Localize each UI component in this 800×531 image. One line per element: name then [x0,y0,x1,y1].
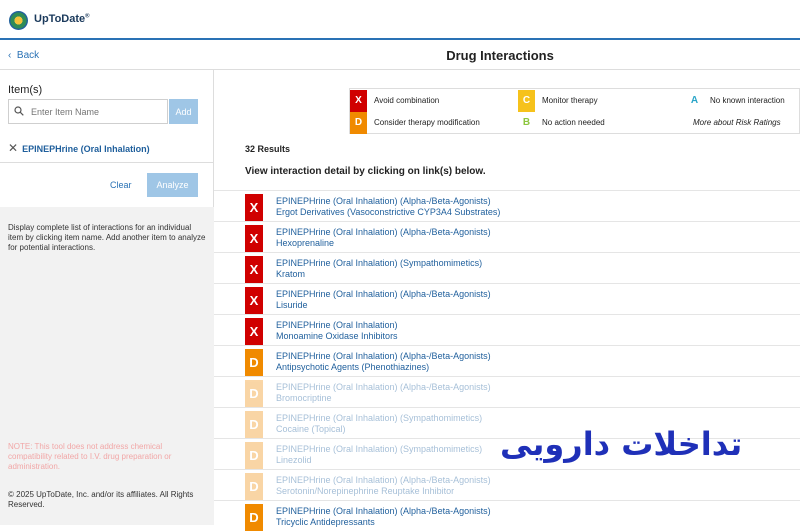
uptodate-logo-icon [9,11,28,30]
interaction-link[interactable]: EPINEPHrine (Oral Inhalation) (Alpha-/Be… [276,289,491,299]
legend-label: Consider therapy modification [374,118,480,127]
sub-header: ‹ Back Drug Interactions [0,42,800,70]
clear-button[interactable]: Clear [110,180,132,190]
interaction-link[interactable]: EPINEPHrine (Oral Inhalation) (Sympathom… [276,258,482,268]
results-instruction: View interaction detail by clicking on l… [245,166,486,177]
risk-badge-b: B [522,117,531,128]
interaction-link[interactable]: EPINEPHrine (Oral Inhalation) (Alpha-/Be… [276,475,491,485]
risk-badge: D [245,411,263,438]
sidebar: Item(s) Add ✕ EPINEPHrine (Oral Inhalatio… [0,70,214,525]
interaction-link[interactable]: EPINEPHrine (Oral Inhalation) (Alpha-/Be… [276,227,491,237]
interaction-link[interactable]: EPINEPHrine (Oral Inhalation) [276,320,398,330]
add-button[interactable]: Add [169,99,198,124]
search-box [8,99,168,124]
risk-badge-c: C [518,90,535,112]
risk-badge: X [245,194,263,221]
interaction-link[interactable]: Ergot Derivatives (Vasoconstrictive CYP3… [276,207,500,217]
interaction-link[interactable]: Hexoprenaline [276,238,334,248]
overlay-caption: تداخلات دارویی [500,425,743,463]
brand-name[interactable]: UpToDate® [34,13,90,25]
interaction-list: X EPINEPHrine (Oral Inhalation) (Alpha-/B… [214,190,800,531]
interaction-link[interactable]: Lisuride [276,300,308,310]
risk-badge-a: A [690,95,699,106]
page-title: Drug Interactions [446,48,554,63]
interaction-row[interactable]: X EPINEPHrine (Oral Inhalation) (Alpha-/B… [214,283,800,314]
remove-icon[interactable]: ✕ [8,141,18,155]
interaction-link[interactable]: Bromocriptine [276,393,332,403]
risk-badge-d: D [350,112,367,134]
items-label: Item(s) [8,84,43,96]
interaction-link[interactable]: Linezolid [276,455,312,465]
interaction-row[interactable]: X EPINEPHrine (Oral Inhalation) Monoamine … [214,314,800,345]
search-input[interactable] [31,103,165,121]
interaction-row[interactable]: X EPINEPHrine (Oral Inhalation) (Sympatho… [214,252,800,283]
interaction-link[interactable]: Antipsychotic Agents (Phenothiazines) [276,362,429,372]
risk-badge-x: X [350,90,367,112]
risk-badge: X [245,318,263,345]
risk-ratings-label: More about Risk Ratings [693,118,781,127]
legend-label: No known interaction [710,96,785,105]
risk-badge: X [245,287,263,314]
risk-badge: D [245,380,263,407]
risk-badge: D [245,349,263,376]
interaction-link[interactable]: Tricyclic Antidepressants [276,517,375,527]
interaction-row[interactable]: X EPINEPHrine (Oral Inhalation) (Alpha-/B… [214,221,800,252]
interaction-link[interactable]: EPINEPHrine (Oral Inhalation) (Alpha-/Be… [276,382,491,392]
interaction-link[interactable]: EPINEPHrine (Oral Inhalation) (Alpha-/Be… [276,506,491,516]
risk-ratings-link[interactable]: More about Risk Ratings [669,112,800,134]
interaction-link[interactable]: Serotonin/Norepinephrine Reuptake Inhibi… [276,486,454,496]
interaction-link[interactable]: EPINEPHrine (Oral Inhalation) (Alpha-/Be… [276,196,491,206]
legend-item-a: A No known interaction [686,90,800,112]
legend-label: Monitor therapy [542,96,598,105]
help-text: Display complete list of interactions fo… [8,223,206,252]
copyright-text: © 2025 UpToDate, Inc. and/or its affilia… [8,490,194,509]
divider [0,162,214,163]
interaction-link[interactable]: Cocaine (Topical) [276,424,346,434]
legend-item-d: D Consider therapy modification [350,112,518,134]
interaction-link[interactable]: EPINEPHrine (Oral Inhalation) (Alpha-/Be… [276,351,491,361]
risk-legend: X Avoid combination C Monitor therapy A … [349,88,800,134]
interaction-row[interactable]: X EPINEPHrine (Oral Inhalation) (Alpha-/B… [214,190,800,221]
legend-item-c: C Monitor therapy [518,90,686,112]
search-icon [14,106,24,116]
interaction-row[interactable]: D EPINEPHrine (Oral Inhalation) (Alpha-/B… [214,376,800,407]
top-bar: UpToDate® [0,0,800,40]
interaction-row[interactable]: D EPINEPHrine (Oral Inhalation) (Alpha-/B… [214,469,800,500]
risk-badge: D [245,473,263,500]
risk-badge: X [245,256,263,283]
risk-badge: X [245,225,263,252]
legend-item-b: B No action needed [518,112,686,134]
risk-badge: D [245,442,263,469]
selected-item[interactable]: ✕ EPINEPHrine (Oral Inhalation) [8,141,150,155]
interaction-link[interactable]: Kratom [276,269,305,279]
interaction-link[interactable]: EPINEPHrine (Oral Inhalation) (Sympathom… [276,413,482,423]
legend-item-x: X Avoid combination [350,90,518,112]
interaction-row[interactable]: D EPINEPHrine (Oral Inhalation) (Alpha-/B… [214,500,800,531]
sidebar-info-panel: Display complete list of interactions fo… [0,207,214,525]
interaction-link[interactable]: Monoamine Oxidase Inhibitors [276,331,398,341]
risk-badge: D [245,504,263,531]
interaction-link[interactable]: EPINEPHrine (Oral Inhalation) (Sympathom… [276,444,482,454]
legend-label: Avoid combination [374,96,440,105]
selected-item-label: EPINEPHrine (Oral Inhalation) [22,144,150,154]
analyze-button[interactable]: Analyze [147,173,198,197]
results-count: 32 Results [245,144,291,154]
interaction-row[interactable]: D EPINEPHrine (Oral Inhalation) (Alpha-/B… [214,345,800,376]
note-text: NOTE: This tool does not address chemica… [8,442,172,471]
legend-label: No action needed [542,118,605,127]
